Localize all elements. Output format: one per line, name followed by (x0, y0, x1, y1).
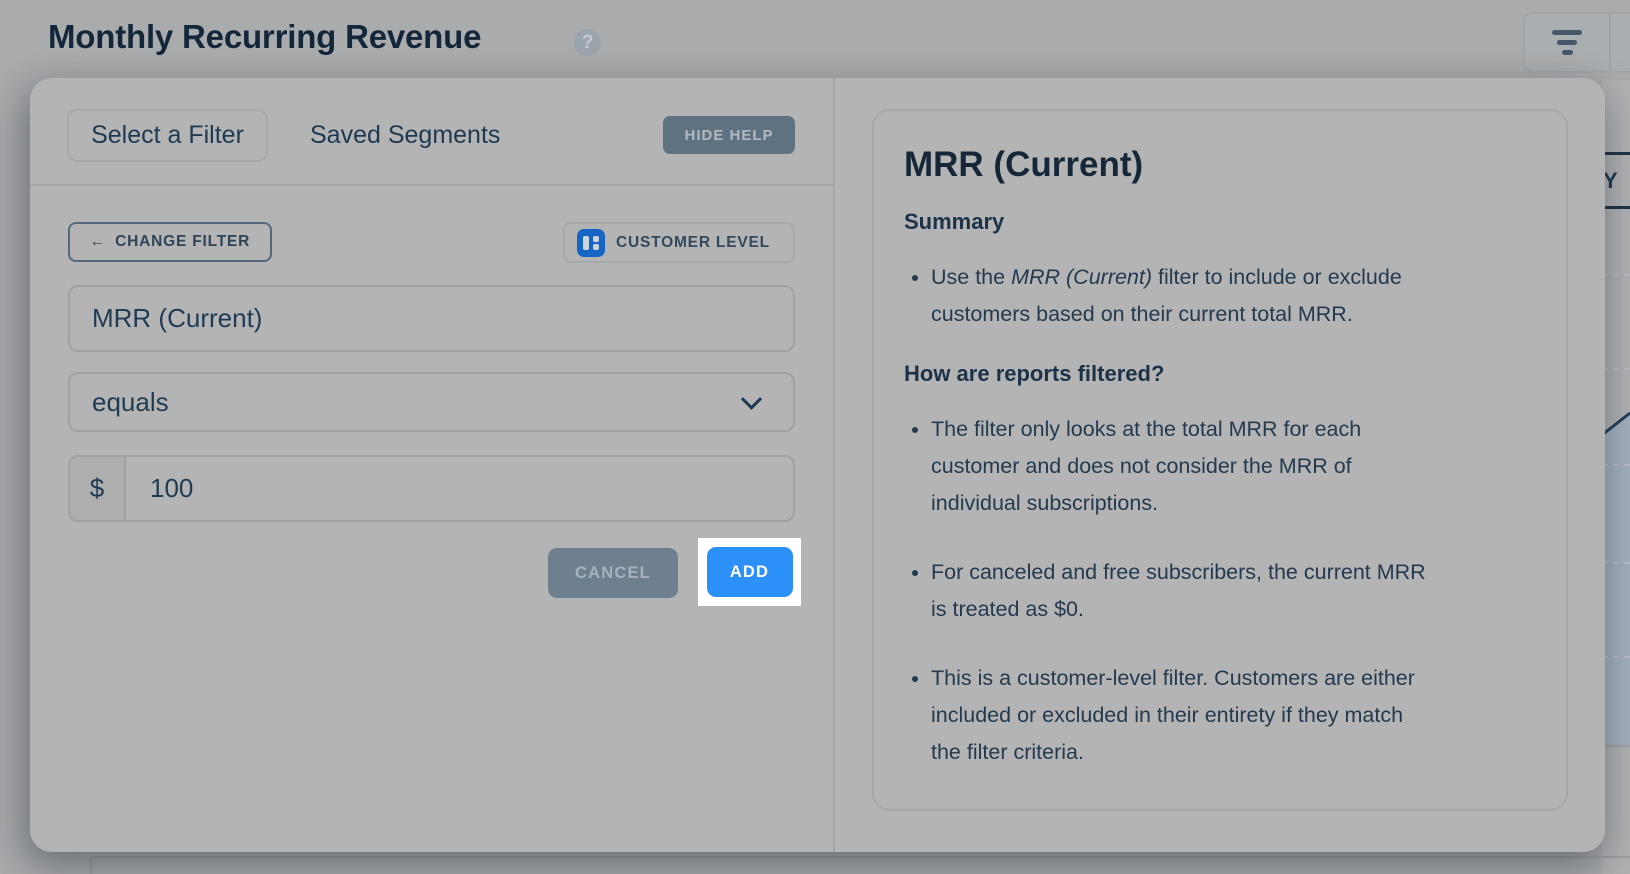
change-filter-label: CHANGE FILTER (115, 233, 251, 250)
spotlight-highlight: ADD (698, 538, 801, 606)
filter-name-field[interactable]: MRR (Current) (68, 285, 795, 352)
toolbar-filter-button[interactable] (1525, 14, 1609, 71)
help-icon[interactable]: ? (574, 29, 601, 56)
chart-interval-tab[interactable]: Y (1602, 152, 1630, 209)
help-bullet: For canceled and free subscribers, the c… (931, 554, 1521, 628)
operator-select[interactable]: equals (68, 372, 795, 432)
chart-axis-line (1602, 745, 1630, 747)
tabs-divider (30, 184, 833, 186)
chart-gridline (1602, 562, 1630, 564)
help-summary-heading: Summary (904, 209, 1005, 234)
help-summary-list: Use the MRR (Current) filter to include … (904, 259, 1536, 333)
chart-gridline (1602, 368, 1630, 370)
add-button[interactable]: ADD (706, 547, 793, 597)
toolbar-divider (1609, 14, 1611, 71)
change-filter-button[interactable]: ← CHANGE FILTER (68, 222, 272, 262)
amount-input[interactable]: 100 (126, 473, 193, 504)
amount-field[interactable]: $ 100 (68, 455, 795, 522)
customer-level-label: CUSTOMER LEVEL (616, 233, 770, 251)
customer-level-icon (577, 228, 605, 257)
tab-select-a-filter[interactable]: Select a Filter (67, 109, 268, 162)
cancel-button[interactable]: CANCEL (548, 548, 678, 598)
customer-level-badge: CUSTOMER LEVEL (563, 222, 795, 263)
filter-popover: Select a Filter Saved Segments HIDE HELP… (30, 78, 1605, 852)
help-summary-bullet: Use the MRR (Current) filter to include … (931, 259, 1521, 333)
chart-strip: Y (1602, 80, 1630, 874)
page-divider-line (90, 856, 1630, 858)
chart-gridline (1602, 274, 1630, 276)
page-divider-line (90, 856, 92, 874)
back-arrow-icon: ← (89, 233, 107, 250)
help-card: MRR (Current) Summary Use the MRR (Curre… (872, 109, 1568, 811)
currency-prefix: $ (70, 457, 126, 520)
help-filtered-heading: How are reports filtered? (904, 361, 1165, 386)
mrr-area-chart (1602, 411, 1630, 745)
help-title: MRR (Current) (904, 145, 1144, 184)
chevron-down-icon (740, 388, 763, 410)
help-bullet: This is a customer-level filter. Custome… (931, 660, 1521, 771)
operator-value: equals (92, 386, 169, 417)
pane-divider (833, 78, 835, 852)
chart-gridline (1602, 464, 1630, 466)
help-bullet: The filter only looks at the total MRR f… (931, 411, 1521, 522)
page-title: Monthly Recurring Revenue (48, 18, 482, 55)
hide-help-button[interactable]: HIDE HELP (663, 116, 795, 154)
chart-gridline (1602, 656, 1630, 658)
chart-toolbar (1523, 12, 1630, 73)
tab-saved-segments[interactable]: Saved Segments (310, 109, 500, 162)
help-filtered-list: The filter only looks at the total MRR f… (904, 411, 1536, 771)
